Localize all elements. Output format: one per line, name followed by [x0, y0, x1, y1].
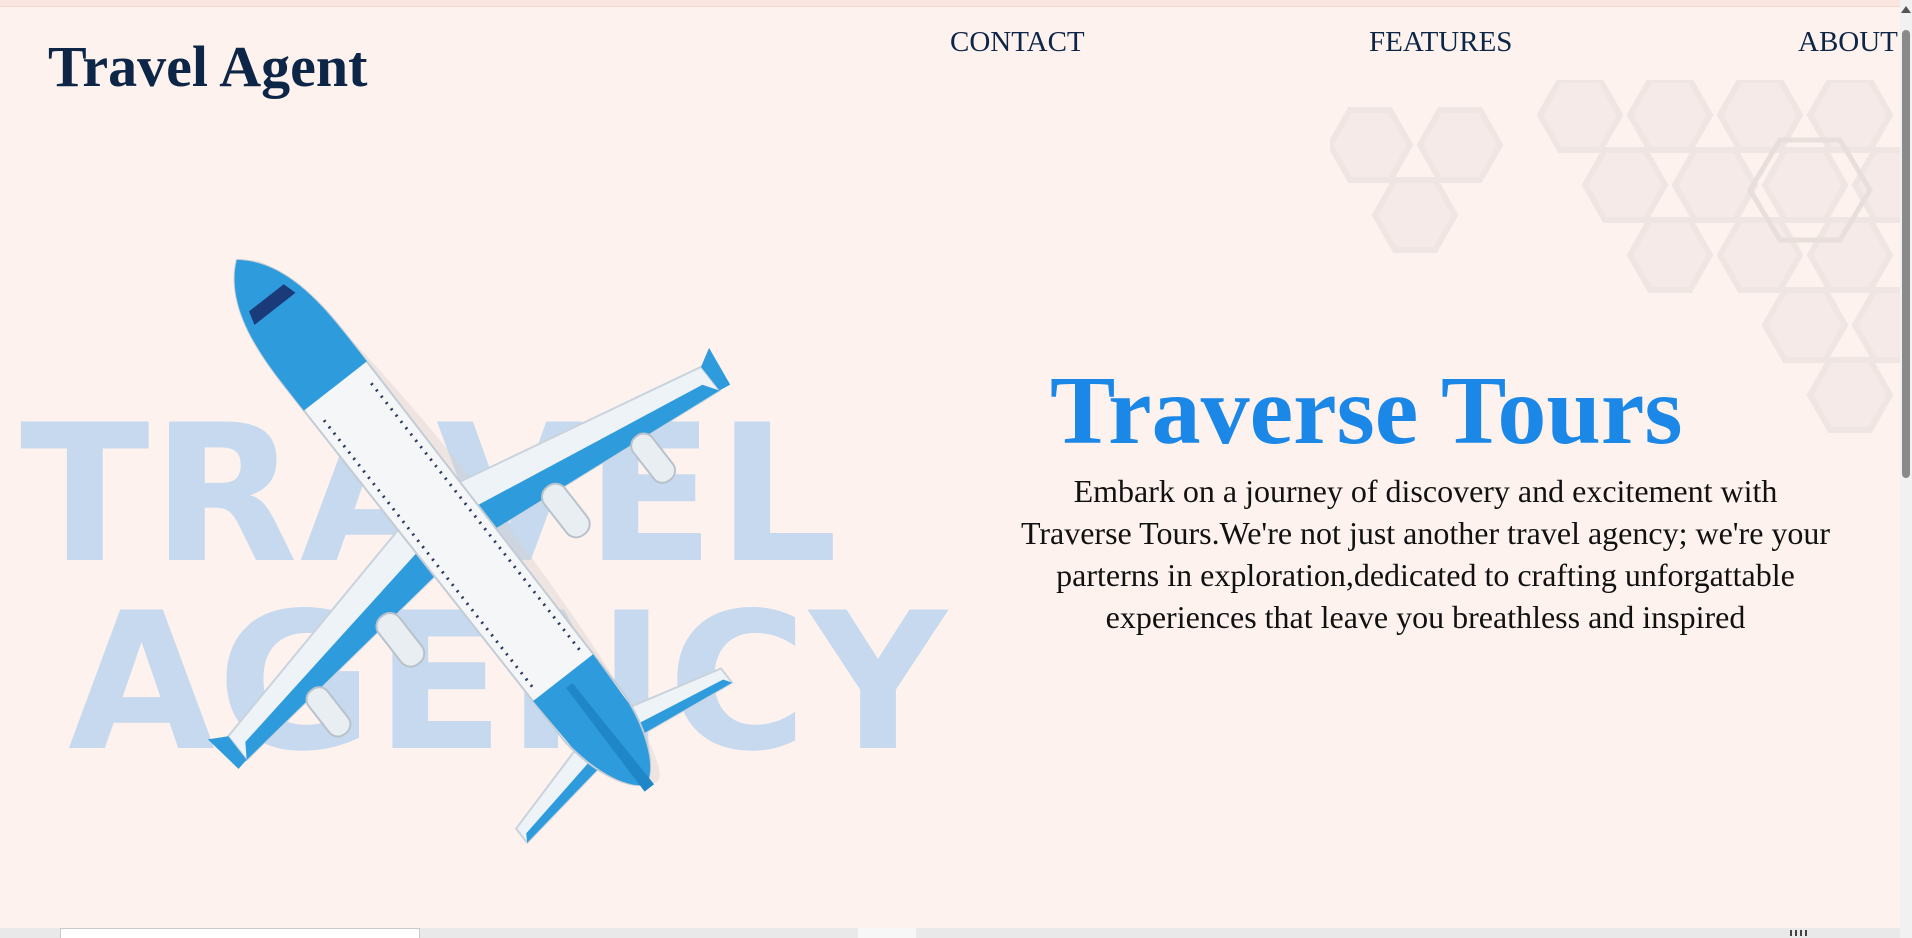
- page: Travel Agent CONTACT FEATURES ABOUT AGEN…: [0, 0, 1912, 938]
- airplane-image: [207, 258, 734, 845]
- nav-about-link[interactable]: ABOUT: [1798, 26, 1898, 59]
- vertical-scrollbar[interactable]: [1900, 0, 1912, 938]
- main-nav: CONTACT FEATURES ABOUT: [0, 26, 1912, 66]
- bottom-input-edge[interactable]: [60, 928, 420, 938]
- bottom-block: [858, 928, 916, 938]
- nav-features-link[interactable]: FEATURES: [1369, 26, 1512, 59]
- more-dots-icon[interactable]: [1790, 930, 1810, 936]
- hero-title: Traverse Tours: [1050, 357, 1683, 465]
- top-border: [0, 0, 1912, 7]
- nav-contact-link[interactable]: CONTACT: [950, 26, 1085, 59]
- scrollbar-thumb[interactable]: [1902, 30, 1910, 478]
- scroll-up-icon[interactable]: [1901, 6, 1911, 13]
- hero-description: Embark on a journey of discovery and exc…: [1020, 473, 1831, 635]
